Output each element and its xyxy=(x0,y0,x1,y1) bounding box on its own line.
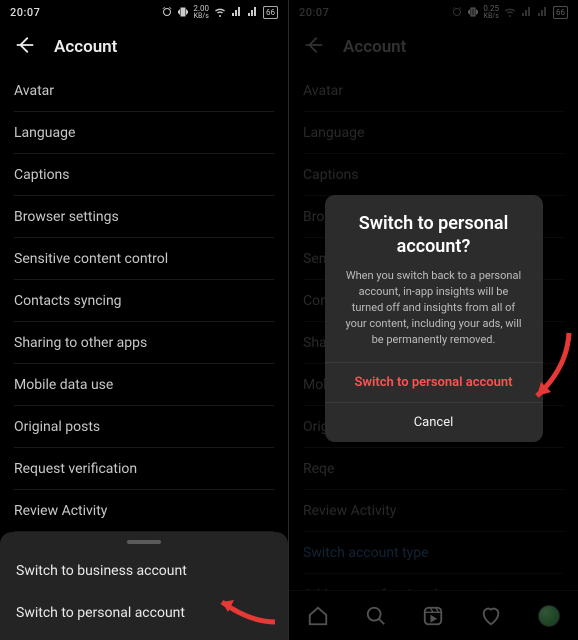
bottom-sheet: Switch to business account Switch to per… xyxy=(0,532,288,640)
page-title: Account xyxy=(54,37,117,57)
sheet-handle[interactable] xyxy=(127,540,161,544)
row-original-posts[interactable]: Original posts xyxy=(14,406,274,448)
row-language[interactable]: Language xyxy=(14,112,274,154)
row-contacts-syncing[interactable]: Contacts syncing xyxy=(14,280,274,322)
row-avatar[interactable]: Avatar xyxy=(14,70,274,112)
alarm-icon xyxy=(161,6,173,18)
row-captions[interactable]: Captions xyxy=(14,154,274,196)
sheet-switch-personal[interactable]: Switch to personal account xyxy=(0,592,288,634)
signal-icon-2 xyxy=(247,6,259,18)
phone-screen-right: 20:07 0.25KB/s 66 Account Avatar Languag… xyxy=(289,0,578,640)
row-request-verification[interactable]: Request verification xyxy=(14,448,274,490)
back-icon[interactable] xyxy=(14,34,36,60)
dialog-confirm-button[interactable]: Switch to personal account xyxy=(325,362,543,402)
phone-screen-left: 20:07 2.00KB/s 66 Account Avatar Languag… xyxy=(0,0,289,640)
app-header: Account xyxy=(0,24,288,70)
row-sharing[interactable]: Sharing to other apps xyxy=(14,322,274,364)
signal-icon-1 xyxy=(231,6,243,18)
settings-list: Avatar Language Captions Browser setting… xyxy=(0,70,288,532)
row-mobile-data[interactable]: Mobile data use xyxy=(14,364,274,406)
network-speed: 2.00KB/s xyxy=(193,5,209,20)
confirm-dialog: Switch to personal account? When you swi… xyxy=(325,195,543,442)
battery-indicator: 66 xyxy=(263,6,278,19)
row-browser-settings[interactable]: Browser settings xyxy=(14,196,274,238)
dialog-cancel-button[interactable]: Cancel xyxy=(325,402,543,442)
wifi-icon xyxy=(213,6,227,18)
status-bar: 20:07 2.00KB/s 66 xyxy=(0,0,288,24)
status-time: 20:07 xyxy=(10,6,40,19)
vibrate-icon xyxy=(177,6,189,18)
dialog-body: When you switch back to a personal accou… xyxy=(325,268,543,362)
sheet-switch-business[interactable]: Switch to business account xyxy=(0,550,288,592)
row-review-activity[interactable]: Review Activity xyxy=(14,490,274,532)
row-sensitive-content[interactable]: Sensitive content control xyxy=(14,238,274,280)
dialog-title: Switch to personal account? xyxy=(325,195,543,268)
